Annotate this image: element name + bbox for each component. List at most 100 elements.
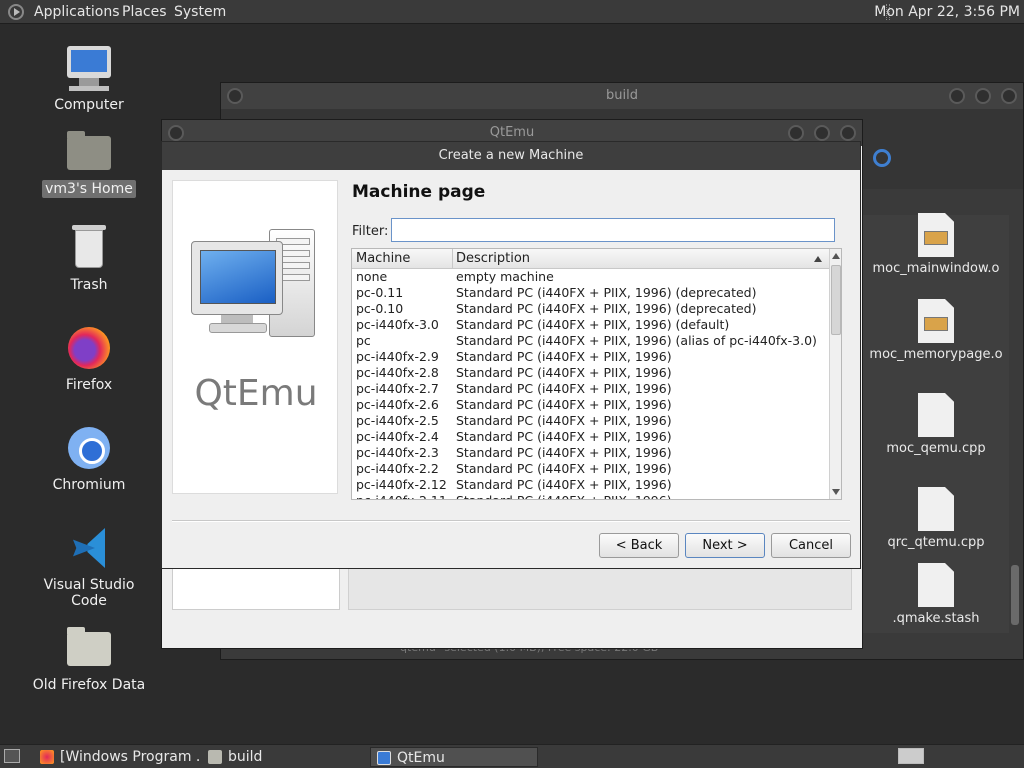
create-machine-dialog[interactable]: Create a new Machine QtEmu Machine page …: [161, 141, 861, 569]
home-folder-icon: [65, 128, 113, 176]
cpp-file-icon: [918, 393, 954, 437]
cpp-file-icon: [918, 487, 954, 531]
monitor-stand: [221, 315, 253, 323]
table-row[interactable]: pc-i440fx-2.5 Standard PC (i440FX + PIIX,…: [352, 413, 829, 429]
file-item[interactable]: moc_memorypage.o: [861, 299, 1011, 362]
scroll-up-icon[interactable]: [832, 253, 840, 259]
machine-cell: pc-i440fx-3.0: [356, 317, 439, 332]
table-row[interactable]: pc-i440fx-2.4 Standard PC (i440FX + PIIX,…: [352, 429, 829, 445]
taskbar-item-label: build: [228, 749, 263, 765]
cancel-button[interactable]: Cancel: [771, 533, 851, 558]
close-button[interactable]: [840, 125, 856, 141]
file-item[interactable]: moc_mainwindow.o: [861, 213, 1011, 276]
machine-cell: pc-i440fx-2.12: [356, 477, 447, 492]
distro-logo-icon[interactable]: [8, 4, 24, 20]
machine-cell: pc-i440fx-2.7: [356, 381, 439, 396]
table-row[interactable]: pc-i440fx-2.11 Standard PC (i440FX + PIIX…: [352, 493, 829, 499]
system-menu[interactable]: System: [174, 4, 226, 20]
chromium-icon: [65, 424, 113, 472]
desktop-icon-home[interactable]: vm3's Home: [24, 128, 154, 198]
desktop-icon-old-firefox-data[interactable]: Old Firefox Data: [24, 624, 154, 694]
file-item[interactable]: .qmake.stash: [861, 563, 1011, 626]
machine-cell: pc-i440fx-2.2: [356, 461, 439, 476]
description-cell: Standard PC (i440FX + PIIX, 1996) (depre…: [456, 301, 757, 316]
table-row[interactable]: pc Standard PC (i440FX + PIIX, 1996) (ali…: [352, 333, 829, 349]
table-header: Machine Description: [352, 249, 829, 269]
search-icon[interactable]: [873, 149, 891, 167]
minimize-button[interactable]: [788, 125, 804, 141]
machine-table[interactable]: Machine Description none empty machine pc-…: [351, 248, 842, 500]
table-scrollbar[interactable]: [829, 249, 841, 499]
machine-cell: pc-i440fx-2.6: [356, 397, 439, 412]
table-row[interactable]: pc-i440fx-2.9 Standard PC (i440FX + PIIX,…: [352, 349, 829, 365]
file-name: moc_memorypage.o: [869, 347, 1003, 362]
trash-icon: [65, 224, 113, 272]
machine-cell: pc-i440fx-2.9: [356, 349, 439, 364]
maximize-button[interactable]: [975, 88, 991, 104]
taskbar-item-qtemu[interactable]: QtEmu: [370, 747, 538, 767]
scroll-down-icon[interactable]: [832, 489, 840, 495]
object-file-icon: [918, 213, 954, 257]
scrollbar-thumb[interactable]: [1011, 565, 1019, 625]
build-scrollbar[interactable]: [1009, 215, 1021, 633]
vscode-icon: [65, 524, 113, 572]
taskbar-item-windows-program[interactable]: [Windows Program ...: [34, 747, 200, 767]
clock[interactable]: Mon Apr 22, 3:56 PM: [874, 4, 1020, 20]
description-cell: Standard PC (i440FX + PIIX, 1996): [456, 429, 672, 444]
close-button[interactable]: [1001, 88, 1017, 104]
file-item[interactable]: qrc_qtemu.cpp: [861, 487, 1011, 550]
table-row[interactable]: pc-0.11 Standard PC (i440FX + PIIX, 1996)…: [352, 285, 829, 301]
desktop-icon-trash[interactable]: Trash: [24, 224, 154, 294]
table-row[interactable]: pc-i440fx-2.3 Standard PC (i440FX + PIIX,…: [352, 445, 829, 461]
description-cell: Standard PC (i440FX + PIIX, 1996) (defau…: [456, 317, 730, 332]
workspace-switcher[interactable]: [898, 748, 924, 764]
applications-menu[interactable]: Applications: [34, 4, 120, 20]
desktop-icon-vscode[interactable]: Visual Studio Code: [24, 524, 154, 610]
table-row[interactable]: pc-i440fx-2.12 Standard PC (i440FX + PIIX…: [352, 477, 829, 493]
machine-cell: pc-i440fx-2.5: [356, 413, 439, 428]
maximize-button[interactable]: [814, 125, 830, 141]
description-cell: Standard PC (i440FX + PIIX, 1996): [456, 445, 672, 460]
desktop-icon-label: Trash: [70, 277, 108, 293]
description-cell: Standard PC (i440FX + PIIX, 1996): [456, 493, 672, 499]
monitor-base: [209, 323, 267, 333]
show-desktop-icon[interactable]: [4, 749, 20, 763]
description-cell: Standard PC (i440FX + PIIX, 1996): [456, 413, 672, 428]
description-cell: Standard PC (i440FX + PIIX, 1996) (alias…: [456, 333, 817, 348]
scrollbar-thumb[interactable]: [831, 265, 841, 335]
window-menu-button[interactable]: [227, 88, 243, 104]
desktop-icon-firefox[interactable]: Firefox: [24, 324, 154, 394]
next-button[interactable]: Next >: [685, 533, 765, 558]
description-cell: Standard PC (i440FX + PIIX, 1996): [456, 477, 672, 492]
back-button[interactable]: < Back: [599, 533, 679, 558]
build-window-title: build: [606, 88, 638, 103]
minimize-button[interactable]: [949, 88, 965, 104]
wizard-side-panel: QtEmu: [172, 180, 338, 494]
taskbar: [Windows Program ... build QtEmu: [0, 744, 1024, 768]
desktop-icon-computer[interactable]: Computer: [24, 44, 154, 114]
computer-icon: [191, 241, 283, 315]
table-row[interactable]: pc-i440fx-2.2 Standard PC (i440FX + PIIX,…: [352, 461, 829, 477]
table-row[interactable]: pc-i440fx-3.0 Standard PC (i440FX + PIIX,…: [352, 317, 829, 333]
description-cell: Standard PC (i440FX + PIIX, 1996): [456, 461, 672, 476]
table-row[interactable]: pc-i440fx-2.6 Standard PC (i440FX + PIIX,…: [352, 397, 829, 413]
table-row[interactable]: none empty machine: [352, 269, 829, 285]
machine-cell: pc-i440fx-2.11: [356, 493, 447, 499]
table-row[interactable]: pc-i440fx-2.8 Standard PC (i440FX + PIIX,…: [352, 365, 829, 381]
taskbar-item-build[interactable]: build: [202, 747, 368, 767]
file-icon: [918, 563, 954, 607]
places-menu[interactable]: Places: [122, 4, 167, 20]
filter-input[interactable]: [391, 218, 835, 242]
column-header-description[interactable]: Description: [456, 251, 530, 266]
desktop-icon-chromium[interactable]: Chromium: [24, 424, 154, 494]
window-menu-button[interactable]: [168, 125, 184, 141]
column-header-machine[interactable]: Machine: [356, 251, 410, 266]
table-row[interactable]: pc-0.10 Standard PC (i440FX + PIIX, 1996)…: [352, 301, 829, 317]
build-window-titlebar[interactable]: build: [221, 83, 1023, 109]
machine-cell: pc-i440fx-2.4: [356, 429, 439, 444]
table-row[interactable]: pc-i440fx-2.7 Standard PC (i440FX + PIIX,…: [352, 381, 829, 397]
file-item[interactable]: moc_qemu.cpp: [861, 393, 1011, 456]
dialog-titlebar[interactable]: Create a new Machine: [162, 142, 860, 170]
computer-icon: [377, 751, 391, 765]
dialog-separator: [172, 520, 850, 522]
